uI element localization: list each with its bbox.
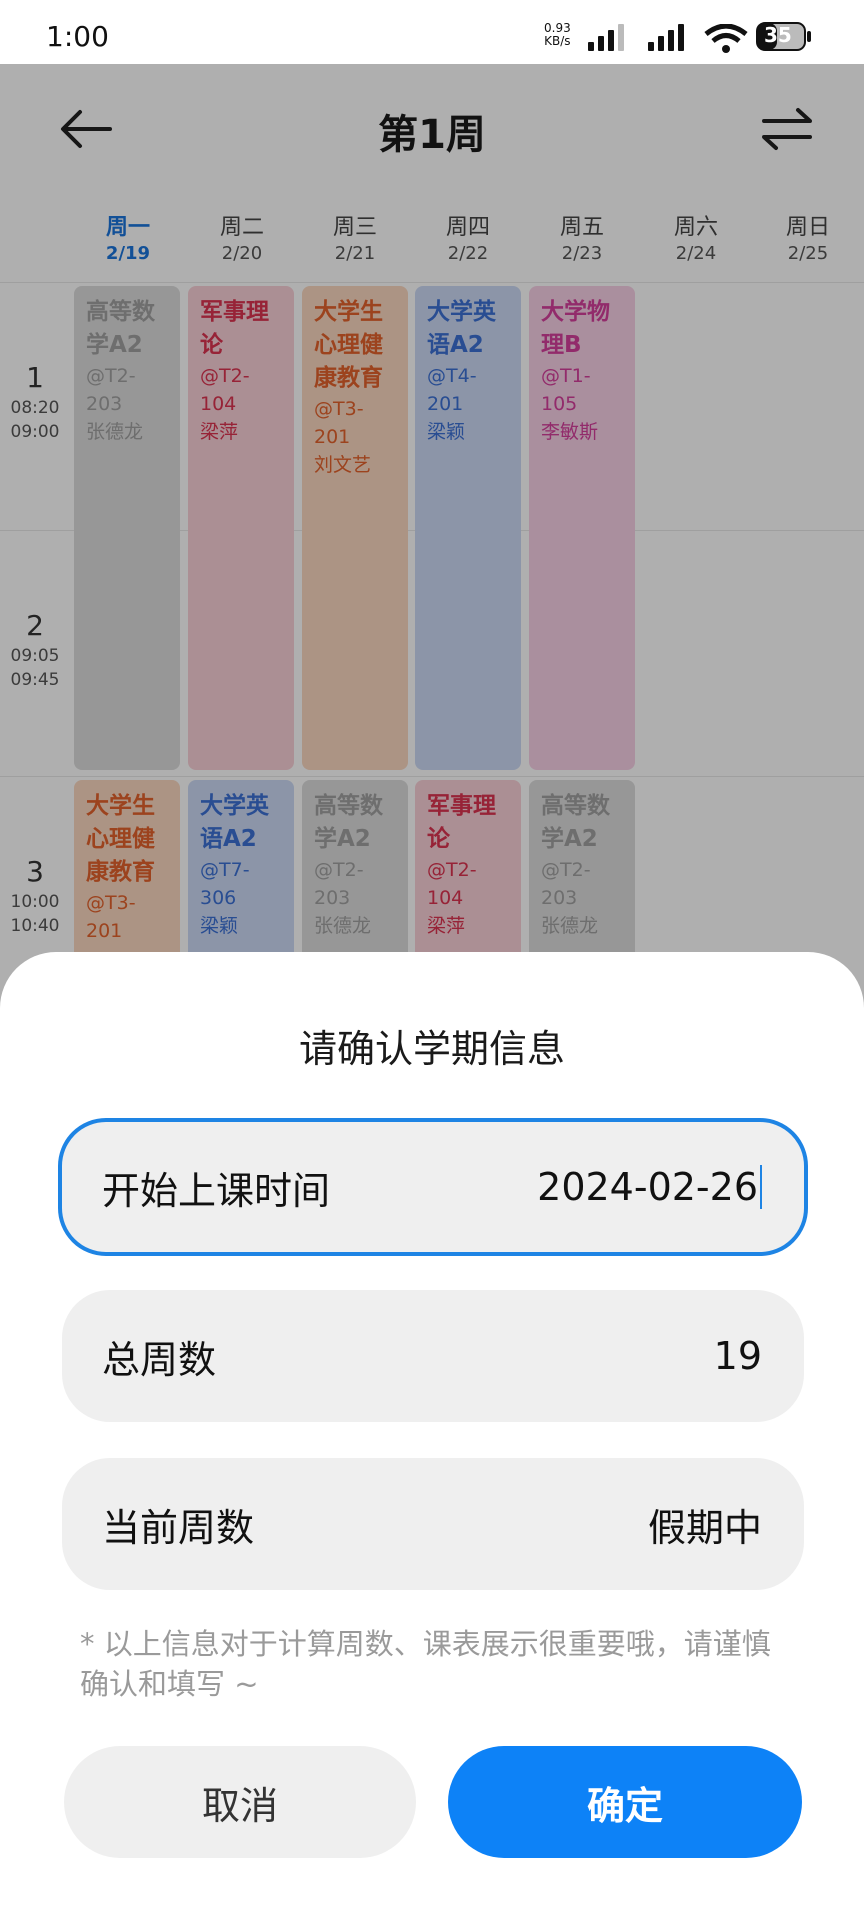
text-caret bbox=[760, 1165, 762, 1209]
signal-icon-2 bbox=[648, 24, 684, 51]
status-time: 1:00 bbox=[46, 20, 109, 53]
wifi-icon bbox=[704, 24, 748, 53]
current-week-field[interactable]: 当前周数 假期中 bbox=[62, 1458, 804, 1590]
network-speed-unit: KB/s bbox=[544, 34, 571, 48]
status-bar: 1:00 0.93 KB/s 35 bbox=[0, 0, 864, 64]
cancel-button[interactable]: 取消 bbox=[64, 1746, 416, 1858]
start-date-label: 开始上课时间 bbox=[102, 1168, 331, 1213]
semester-info-sheet: 请确认学期信息 开始上课时间 2024-02-26 总周数 19 当前周数 假期… bbox=[0, 952, 864, 1920]
current-week-value[interactable]: 假期中 bbox=[648, 1458, 762, 1590]
sheet-title: 请确认学期信息 bbox=[298, 1027, 565, 1071]
start-date-value: 2024-02-26 bbox=[537, 1165, 758, 1209]
total-weeks-label: 总周数 bbox=[102, 1337, 217, 1382]
battery-level: 35 bbox=[764, 23, 792, 47]
total-weeks-field[interactable]: 总周数 19 bbox=[62, 1290, 804, 1422]
signal-icon bbox=[588, 24, 624, 51]
start-date-input[interactable]: 2024-02-26 bbox=[537, 1122, 762, 1252]
total-weeks-value[interactable]: 19 bbox=[714, 1290, 762, 1422]
start-date-field[interactable]: 开始上课时间 2024-02-26 bbox=[58, 1118, 808, 1256]
info-note: * 以上信息对于计算周数、课表展示很重要哦，请谨慎确认和填写 ~ bbox=[80, 1627, 771, 1701]
network-speed: 0.93 KB/s bbox=[544, 22, 571, 48]
confirm-button[interactable]: 确定 bbox=[448, 1746, 802, 1858]
current-week-label: 当前周数 bbox=[102, 1505, 255, 1550]
